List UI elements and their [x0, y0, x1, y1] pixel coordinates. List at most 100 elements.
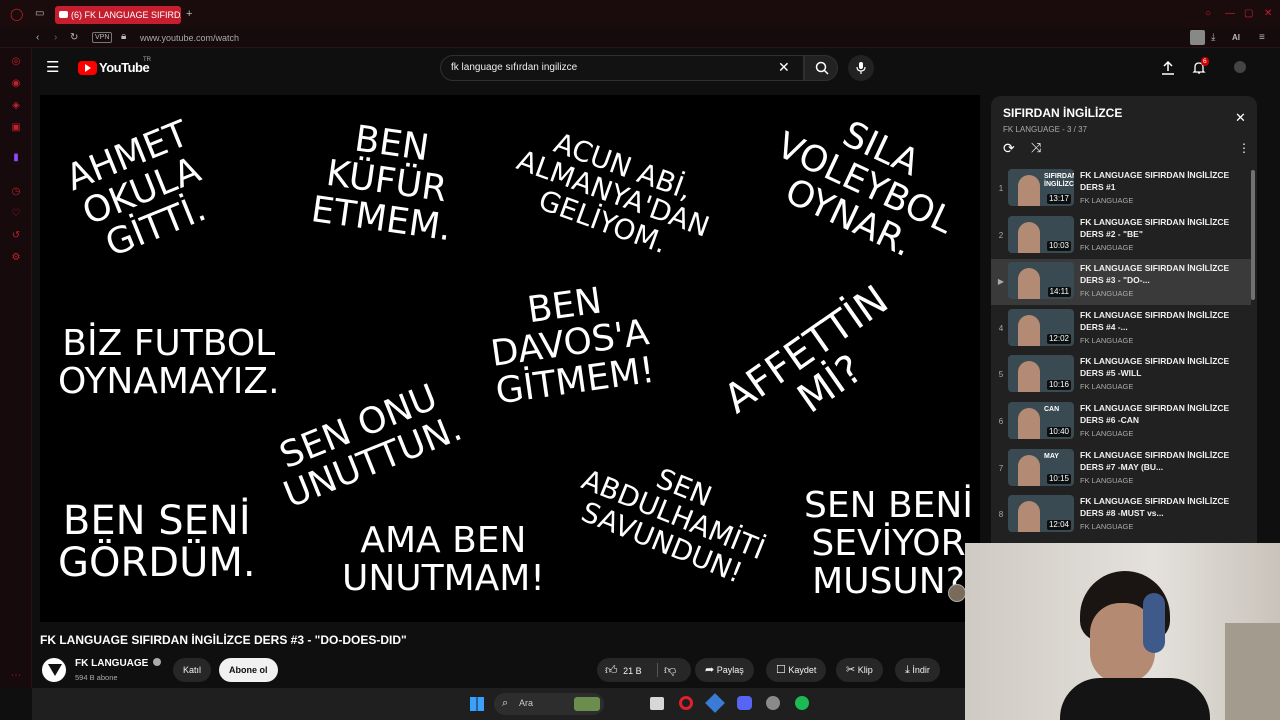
like-button[interactable]: 👍︎ 21 B	[605, 658, 642, 683]
playlist-item-index: 7	[998, 463, 1004, 473]
search-highlight-icon	[574, 697, 600, 711]
share-button[interactable]: ➦ Paylaş	[695, 658, 754, 682]
taskbar-search-label: Ara	[519, 698, 534, 708]
playlist-list: 1 SIFIRDAN İNGİLİZCE 13:17 FK LANGUAGE SIFI…	[991, 166, 1251, 543]
join-button[interactable]: Katıl	[173, 658, 212, 682]
playlist-item-thumbnail: 10:16	[1008, 355, 1074, 393]
vpn-app-icon[interactable]	[705, 693, 725, 713]
loop-icon[interactable]: ⟳	[1003, 140, 1015, 157]
microphone-icon	[856, 62, 866, 74]
webcam-person-body	[1060, 678, 1210, 720]
thumbnail-person	[1018, 221, 1040, 253]
notifications-button[interactable]: 6	[1192, 57, 1209, 76]
thumbnail-caption: MAY	[1044, 452, 1059, 460]
region-code: TR	[143, 57, 151, 63]
messenger-icon[interactable]: ◈	[10, 100, 22, 112]
playlist-item[interactable]: 5 10:16 FK LANGUAGE SIFIRDAN İNGİLİZCE DER…	[991, 352, 1251, 398]
save-button[interactable]: ☐ Kaydet	[766, 658, 827, 682]
vpn-badge[interactable]: VPN	[92, 32, 113, 43]
playlist-item[interactable]: 4 12:02 FK LANGUAGE SIFIRDAN İNGİLİZCE DER…	[991, 306, 1251, 352]
tab-overview-icon[interactable]: ▭	[35, 8, 44, 20]
playlist-scrollbar[interactable]	[1251, 170, 1255, 300]
close-window-icon[interactable]: ✕	[1264, 8, 1272, 20]
home-icon[interactable]: ◎	[10, 56, 22, 68]
playlist-item[interactable]: 1 SIFIRDAN İNGİLİZCE 13:17 FK LANGUAGE SIFI…	[991, 166, 1251, 212]
close-playlist-icon[interactable]: ✕	[1235, 111, 1246, 125]
voice-search-button[interactable]	[848, 55, 874, 81]
more-options-icon[interactable]: ⋮	[1238, 141, 1250, 155]
playlist-item[interactable]: 2 10:03 FK LANGUAGE SIFIRDAN İNGİLİZCE DER…	[991, 213, 1251, 259]
share-icon: ➦	[705, 664, 715, 676]
twitch-icon[interactable]: ▮	[10, 152, 22, 164]
forward-icon[interactable]: ›	[54, 32, 57, 44]
playlist-item-channel: FK LANGUAGE	[1080, 289, 1134, 299]
extension-icon[interactable]	[1190, 30, 1205, 45]
playlist-item-title: FK LANGUAGE SIFIRDAN İNGİLİZCE DERS #3 -…	[1080, 263, 1230, 286]
playlist-item-duration: 12:04	[1046, 520, 1071, 531]
active-tab[interactable]: (6) FK LANGUAGE SIFIRDA	[55, 6, 181, 24]
upload-icon[interactable]	[1161, 61, 1175, 75]
thumbnail-person	[1018, 268, 1040, 300]
playlist-item[interactable]: ▶ 14:11 FK LANGUAGE SIFIRDAN İNGİLİZCE DER…	[991, 259, 1251, 306]
video-title: FK LANGUAGE SIFIRDAN İNGİLİZCE DERS #3 -…	[40, 633, 407, 647]
video-player[interactable]: AHMET OKULA GİTTİ. BEN KÜFÜR ETMEM. ACUN…	[40, 95, 980, 622]
bookmark-icon[interactable]: ♡	[10, 208, 22, 220]
reload-icon[interactable]: ↻	[70, 32, 78, 44]
address-bar: ‹ › ↻ VPN 🔒︎ www.youtube.com/watch ⤓ AI …	[0, 28, 1280, 48]
playlist-item-thumbnail: 12:02	[1008, 308, 1074, 346]
search-tabs-icon[interactable]: ○	[1205, 8, 1211, 20]
shuffle-icon[interactable]: ⤨	[1031, 140, 1041, 156]
discord-icon[interactable]	[737, 696, 752, 710]
file-explorer-icon[interactable]	[650, 697, 664, 710]
playlist-item[interactable]: 6 CAN 10:40 FK LANGUAGE SIFIRDAN İNGİLİZCE …	[991, 399, 1251, 445]
new-tab-button[interactable]: +	[186, 8, 192, 20]
hamburger-menu-icon[interactable]: ☰	[46, 60, 59, 75]
steam-icon[interactable]	[766, 696, 780, 710]
channel-avatar[interactable]	[40, 656, 68, 684]
opera-taskbar-icon[interactable]	[679, 696, 693, 710]
people-icon[interactable]: ◉	[10, 78, 22, 90]
webcam-headphones	[1143, 593, 1165, 653]
youtube-rail-icon[interactable]: ▣	[10, 122, 22, 134]
maximize-icon[interactable]: ▢	[1244, 8, 1253, 20]
playlist-subtitle: FK LANGUAGE - 3 / 37	[1003, 125, 1088, 134]
taskbar-search[interactable]: ⌕ Ara	[494, 693, 604, 715]
webcam-shelf	[1225, 623, 1280, 720]
channel-watermark-icon[interactable]	[948, 584, 966, 602]
channel-name[interactable]: FK LANGUAGE	[75, 658, 162, 669]
clock-icon[interactable]: ◷	[10, 186, 22, 198]
more-icon[interactable]: ⋯	[10, 670, 22, 682]
browser-sidebar: ◎ ◉ ◈ ▣ ▮ ◷ ♡ ↺ ⚙ ⋯	[0, 48, 32, 688]
minimize-icon[interactable]: —	[1225, 8, 1235, 20]
playlist-item-channel: FK LANGUAGE	[1080, 522, 1134, 532]
history-icon[interactable]: ↺	[10, 230, 22, 242]
back-icon[interactable]: ‹	[36, 32, 39, 44]
spotify-icon[interactable]	[795, 696, 809, 710]
subscribe-button[interactable]: Abone ol	[219, 658, 278, 682]
download-button[interactable]: ⤓ İndir	[895, 658, 940, 682]
dislike-button[interactable]: 👎︎	[664, 658, 676, 683]
search-button[interactable]	[804, 55, 838, 81]
playlist-item[interactable]: 7 MAY 10:15 FK LANGUAGE SIFIRDAN İNGİLİZCE …	[991, 446, 1251, 492]
save-icon: ☐	[776, 664, 786, 676]
account-avatar[interactable]	[1234, 61, 1246, 73]
clip-button[interactable]: ✂ Klip	[836, 658, 883, 682]
lock-icon: 🔒︎	[121, 31, 127, 42]
playlist-title[interactable]: SIFIRDAN İNGİLİZCE	[1003, 106, 1122, 120]
playlist-item-index: 2	[998, 230, 1004, 240]
thumbnail-person	[1018, 175, 1040, 206]
playlist-item-channel: FK LANGUAGE	[1080, 196, 1134, 205]
menu-icon[interactable]: ≡	[1259, 32, 1265, 44]
clear-search-icon[interactable]: ✕	[778, 59, 790, 75]
playlist-item-duration: 13:17	[1046, 194, 1071, 204]
download-icon[interactable]: ⤓	[1211, 32, 1215, 44]
opera-logo-icon[interactable]: ◯	[10, 8, 23, 20]
search-input[interactable]: fk language sıfırdan ingilizce	[440, 55, 804, 81]
playlist-item-index: ▶	[997, 277, 1005, 287]
browser-tab-bar: ◯ ▭ (6) FK LANGUAGE SIFIRDA + ○ — ▢ ✕	[0, 0, 1280, 28]
url-field[interactable]: www.youtube.com/watch	[140, 32, 239, 44]
ai-button[interactable]: AI	[1232, 32, 1240, 44]
playlist-item[interactable]: 8 12:04 FK LANGUAGE SIFIRDAN İNGİLİZCE DER…	[991, 492, 1251, 538]
settings-icon[interactable]: ⚙	[10, 252, 22, 264]
windows-start-icon[interactable]	[470, 697, 484, 711]
